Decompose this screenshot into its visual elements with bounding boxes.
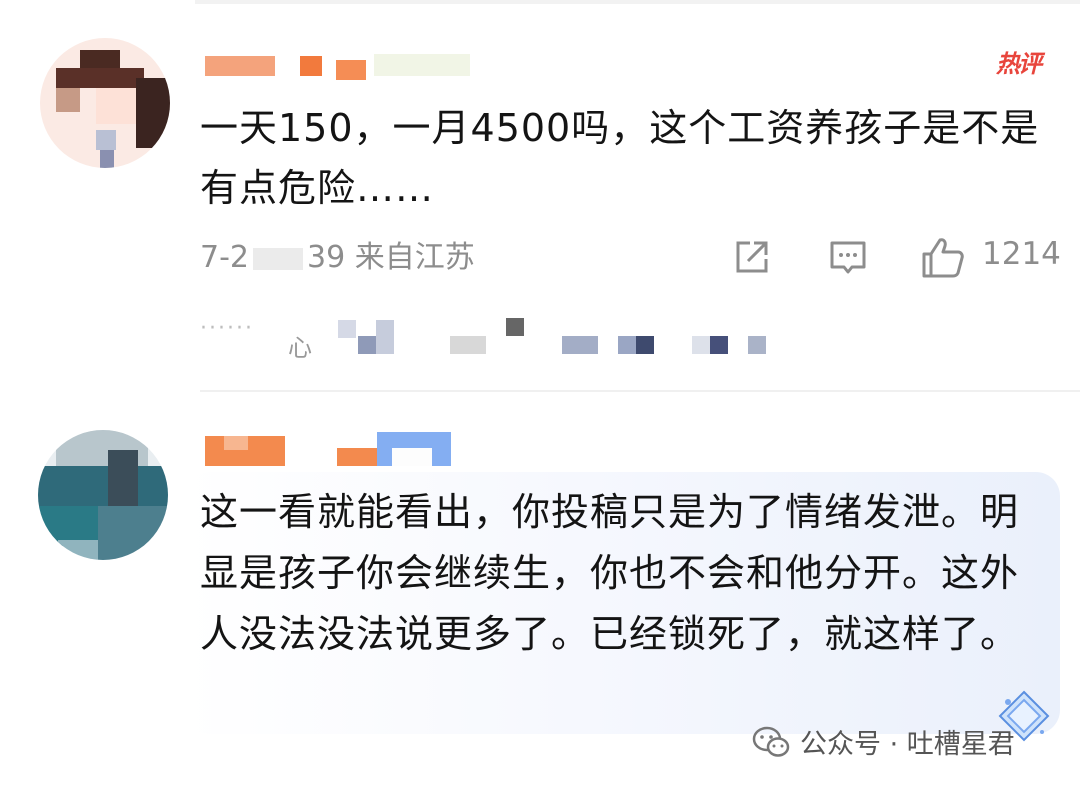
sub-reply-text: 心 bbox=[288, 334, 312, 362]
level-badge-blurred bbox=[374, 54, 470, 76]
top-divider bbox=[195, 0, 1080, 4]
blurred-text bbox=[338, 320, 356, 338]
comment-date: 7-2 bbox=[200, 240, 249, 275]
watermark-text: 公众号 · 吐槽星君 bbox=[800, 729, 1015, 760]
avatar[interactable] bbox=[38, 430, 168, 560]
like-icon[interactable] bbox=[918, 234, 966, 280]
blurred-text bbox=[636, 336, 654, 354]
blurred-text bbox=[376, 320, 394, 354]
watermark: 公众号 · 吐槽星君 bbox=[752, 722, 1015, 761]
level-badge-blurred-segment bbox=[392, 448, 432, 466]
blurred-text bbox=[562, 336, 598, 354]
username-blurred-segment bbox=[337, 448, 377, 466]
username-blurred-segment bbox=[300, 56, 322, 76]
blurred-text bbox=[450, 336, 486, 354]
username-blurred-segment bbox=[224, 436, 248, 450]
blurred-text bbox=[692, 336, 710, 354]
wechat-icon bbox=[752, 725, 790, 759]
avatar[interactable] bbox=[40, 38, 170, 168]
comment-time: 39 bbox=[307, 240, 346, 275]
timestamp-blurred bbox=[253, 247, 303, 270]
like-count: 1214 bbox=[982, 236, 1061, 272]
comment-text: 一天150，一月4500吗，这个工资养孩子是不是有点危险…… bbox=[200, 106, 1040, 210]
share-icon[interactable] bbox=[730, 234, 774, 280]
username-blurred-segment bbox=[336, 60, 366, 80]
blurred-text bbox=[506, 318, 524, 336]
blurred-text bbox=[710, 336, 728, 354]
comment-location: 来自江苏 bbox=[354, 240, 475, 275]
dots-icon: ······ bbox=[200, 316, 254, 341]
blurred-text bbox=[358, 336, 376, 354]
comment-text: 这一看就能看出，你投稿只是为了情绪发泄。明显是孩子你会继续生，你也不会和他分开。… bbox=[200, 490, 1020, 656]
comment-meta: 7-2 39 来自江苏 bbox=[200, 232, 475, 276]
sub-replies-preview[interactable]: ······ 心 bbox=[200, 316, 800, 362]
comment-divider bbox=[200, 390, 1080, 392]
blurred-text bbox=[748, 336, 766, 354]
reply-icon[interactable] bbox=[826, 234, 870, 280]
username-blurred[interactable] bbox=[205, 56, 275, 76]
hot-comment-tag: 热评 bbox=[996, 50, 1042, 78]
